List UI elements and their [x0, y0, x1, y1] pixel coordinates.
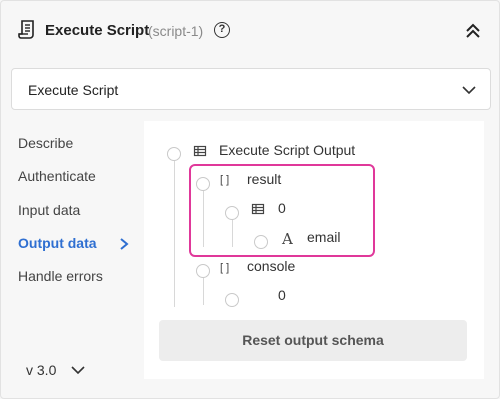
root-node-label: Execute Script Output — [219, 142, 356, 158]
nav-item-authenticate[interactable]: Authenticate — [18, 168, 96, 184]
chevron-right-icon — [120, 238, 129, 250]
execute-script-card: Execute Script (script-1) ? Execute Scri… — [0, 0, 500, 399]
script-icon — [18, 20, 34, 39]
help-icon[interactable]: ? — [214, 22, 230, 38]
double-chevron-up-icon[interactable] — [463, 21, 483, 41]
nav-item-input-data[interactable]: Input data — [18, 202, 80, 218]
console-item-label: 0 — [278, 287, 286, 303]
table-icon — [193, 145, 207, 157]
console-node-radio[interactable] — [196, 264, 210, 278]
nav-item-output-data[interactable]: Output data — [18, 235, 97, 251]
nav-item-describe[interactable]: Describe — [18, 135, 73, 151]
root-node-radio[interactable] — [167, 147, 181, 161]
card-header: Execute Script (script-1) ? — [1, 1, 500, 61]
tree-connector — [203, 277, 204, 305]
console-node-label: console — [247, 258, 296, 274]
tree-connector — [174, 161, 175, 307]
action-select[interactable]: Execute Script — [11, 68, 491, 110]
console-item-radio[interactable] — [225, 293, 239, 307]
card-title: Execute Script — [45, 22, 150, 39]
nav-item-handle-errors[interactable]: Handle errors — [18, 268, 103, 284]
selection-highlight — [189, 164, 375, 257]
chevron-down-icon[interactable] — [71, 364, 85, 376]
version-select[interactable]: v 3.0 — [26, 362, 56, 378]
reset-output-schema-button[interactable]: Reset output schema — [159, 320, 467, 361]
card-subtitle: (script-1) — [148, 23, 204, 39]
array-icon: [ ] — [220, 262, 230, 274]
action-select-value: Execute Script — [28, 82, 119, 98]
chevron-down-icon — [462, 86, 476, 95]
